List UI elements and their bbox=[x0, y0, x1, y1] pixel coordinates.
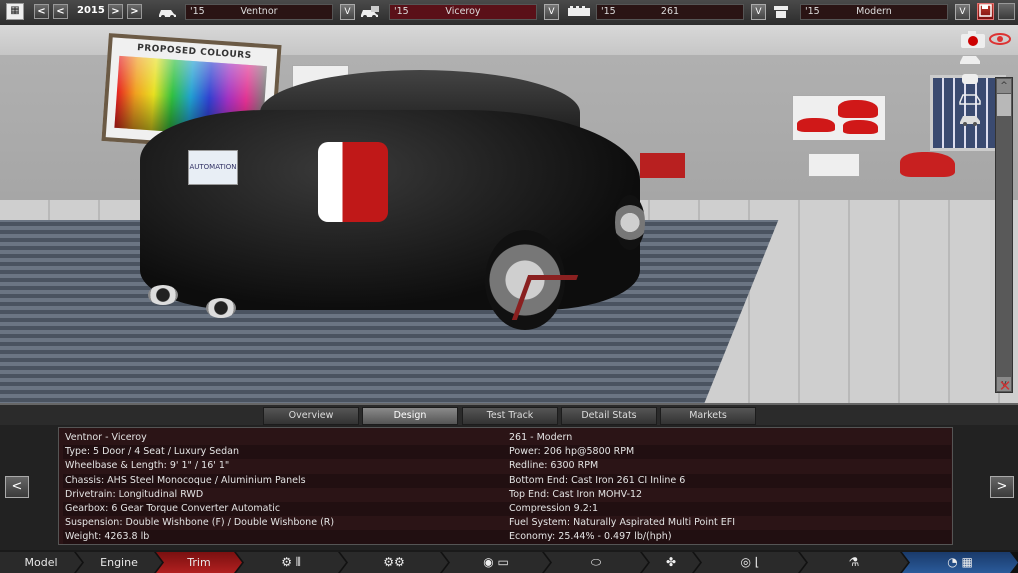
car-view-icon[interactable] bbox=[958, 52, 984, 72]
tab-design[interactable]: Design bbox=[362, 407, 458, 425]
car-top-icon[interactable] bbox=[958, 72, 984, 92]
tab-test-track[interactable]: Test Track bbox=[462, 407, 558, 425]
disabled-icon: ✕ bbox=[998, 377, 1012, 395]
trim-select[interactable]: '15 Viceroy bbox=[389, 4, 537, 20]
year-next-next-button[interactable]: > bbox=[127, 4, 142, 19]
stat-right: Top End: Cast Iron MOHV-12 bbox=[509, 488, 643, 500]
calendar-icon[interactable]: ▦ bbox=[6, 3, 24, 20]
year-prev-button[interactable]: < bbox=[53, 4, 68, 19]
steering-seat-icon[interactable]: ◎ ⌊ bbox=[694, 552, 806, 573]
car-icon bbox=[159, 10, 176, 19]
stat-left: Gearbox: 6 Gear Torque Converter Automat… bbox=[65, 503, 281, 514]
fan-icon[interactable]: ✤ bbox=[642, 552, 700, 573]
engine-dropdown-button[interactable]: V bbox=[751, 4, 766, 20]
menu-button[interactable] bbox=[998, 3, 1015, 20]
stats-row: Weight: 4263.8 lb Economy: 25.44% - 0.497… bbox=[63, 530, 951, 545]
engine-name: 261 bbox=[660, 6, 680, 17]
year-next-button[interactable]: > bbox=[108, 4, 123, 19]
stat-left: Wheelbase & Length: 9' 1" / 16' 1" bbox=[65, 460, 230, 472]
year-prev-prev-button[interactable]: < bbox=[34, 4, 49, 19]
stat-left: Suspension: Double Wishbone (F) / Double… bbox=[65, 517, 335, 529]
info-tabs: Overview Design Test Track Detail Stats … bbox=[0, 403, 1018, 427]
eye-icon[interactable] bbox=[988, 29, 1014, 49]
trim-name: Viceroy bbox=[445, 6, 481, 17]
front-wheel bbox=[615, 195, 645, 250]
stats-next-button[interactable]: > bbox=[990, 476, 1014, 498]
trim-dropdown-button[interactable]: V bbox=[544, 4, 559, 20]
stat-right: Power: 206 hp@5800 RPM bbox=[509, 446, 635, 458]
camera-icon[interactable] bbox=[960, 29, 986, 49]
nav-trim[interactable]: Trim bbox=[156, 552, 242, 573]
garage-3d-viewport[interactable]: PROPOSED COLOURS AUTOMATION ^ v ✕ bbox=[0, 25, 1018, 403]
stats-table: Ventnor - Viceroy 261 - Modern Type: 5 Doo… bbox=[58, 427, 953, 545]
suspension-icon[interactable]: ⚙⚙ bbox=[340, 552, 448, 573]
stat-left: Drivetrain: Longitudinal RWD bbox=[65, 488, 204, 500]
stat-right: Economy: 25.44% - 0.497 lb/(hph) bbox=[509, 531, 672, 543]
variant-select[interactable]: '15 Modern bbox=[800, 4, 948, 20]
stats-row: Drivetrain: Longitudinal RWD Top End: Cas… bbox=[63, 488, 951, 502]
exhaust-left bbox=[148, 285, 178, 305]
clay-car-model bbox=[900, 152, 955, 177]
stats-row: Wheelbase & Length: 9' 1" / 16' 1" Redlin… bbox=[63, 459, 951, 473]
view-scrollbar[interactable]: ^ v bbox=[995, 77, 1013, 393]
nav-model[interactable]: Model bbox=[0, 552, 82, 573]
exhaust-right bbox=[206, 298, 236, 318]
stat-right: 261 - Modern bbox=[509, 432, 573, 443]
stat-right: Compression 9.2:1 bbox=[509, 503, 599, 514]
car-paint-icon[interactable] bbox=[958, 112, 984, 132]
fuel-icon[interactable]: ⚗ bbox=[800, 552, 908, 573]
wheels-body-icon[interactable]: ◉ ▭ bbox=[442, 552, 550, 573]
stats-row: Gearbox: 6 Gear Torque Converter Automat… bbox=[63, 502, 951, 516]
variant-name: Modern bbox=[856, 6, 892, 17]
variant-dropdown-button[interactable]: V bbox=[955, 4, 970, 20]
tail-light bbox=[318, 142, 388, 222]
license-plate: AUTOMATION bbox=[188, 150, 238, 185]
stat-left: Chassis: AHS Steel Monocoque / Aluminium… bbox=[65, 474, 306, 486]
model-dropdown-button[interactable]: V bbox=[340, 4, 355, 20]
save-icon[interactable] bbox=[977, 3, 994, 20]
stats-row: Ventnor - Viceroy 261 - Modern bbox=[63, 431, 951, 445]
nav-engine[interactable]: Engine bbox=[76, 552, 162, 573]
tab-detail-stats[interactable]: Detail Stats bbox=[561, 407, 657, 425]
wall-sketch bbox=[808, 153, 860, 177]
scroll-thumb[interactable] bbox=[997, 94, 1011, 116]
stat-right: Bottom End: Cast Iron 261 CI Inline 6 bbox=[509, 474, 686, 486]
engine-icon bbox=[568, 6, 590, 16]
stats-prev-button[interactable]: < bbox=[5, 476, 29, 498]
scroll-up-button[interactable]: ^ bbox=[997, 79, 1011, 93]
top-toolbar: ▦ < < 2015 > > '15 Ventnor V '15 Viceroy… bbox=[0, 0, 1018, 26]
test-track-icon[interactable]: ◔ ▦ bbox=[902, 552, 1018, 573]
drivetrain-gearbox-icon[interactable]: ⚙ ⫴ bbox=[236, 552, 346, 573]
model-select[interactable]: '15 Ventnor bbox=[185, 4, 333, 20]
stat-left: Weight: 4263.8 lb bbox=[65, 531, 150, 543]
stat-right: Redline: 6300 RPM bbox=[509, 460, 599, 472]
stat-right: Fuel System: Naturally Aspirated Multi P… bbox=[509, 517, 736, 529]
car-body-icon[interactable]: ⬭ bbox=[544, 552, 648, 573]
stats-row: Suspension: Double Wishbone (F) / Double… bbox=[63, 516, 951, 530]
car-model[interactable]: AUTOMATION bbox=[140, 70, 650, 345]
variant-icon bbox=[774, 6, 788, 18]
car-badge-icon bbox=[361, 6, 379, 19]
stats-row: Type: 5 Door / 4 Seat / Luxury Sedan Powe… bbox=[63, 445, 951, 460]
stats-panel: Ventnor - Viceroy 261 - Modern Type: 5 Doo… bbox=[0, 425, 1018, 550]
stat-left: Type: 5 Door / 4 Seat / Luxury Sedan bbox=[65, 446, 240, 458]
stat-left: Ventnor - Viceroy bbox=[65, 432, 147, 443]
car-design-poster bbox=[792, 95, 886, 141]
stats-row: Chassis: AHS Steel Monocoque / Aluminium… bbox=[63, 473, 951, 488]
tab-overview[interactable]: Overview bbox=[263, 407, 359, 425]
model-name: Ventnor bbox=[240, 6, 278, 17]
tab-markets[interactable]: Markets bbox=[660, 407, 756, 425]
year-display: 2015 bbox=[77, 5, 105, 16]
car-side-icon[interactable] bbox=[958, 92, 984, 112]
engine-select[interactable]: '15 261 bbox=[596, 4, 744, 20]
bottom-nav: Model Engine Trim ⚙ ⫴ ⚙⚙ ◉ ▭ ⬭ ✤ ◎ ⌊ ⚗ ◔… bbox=[0, 552, 1018, 573]
